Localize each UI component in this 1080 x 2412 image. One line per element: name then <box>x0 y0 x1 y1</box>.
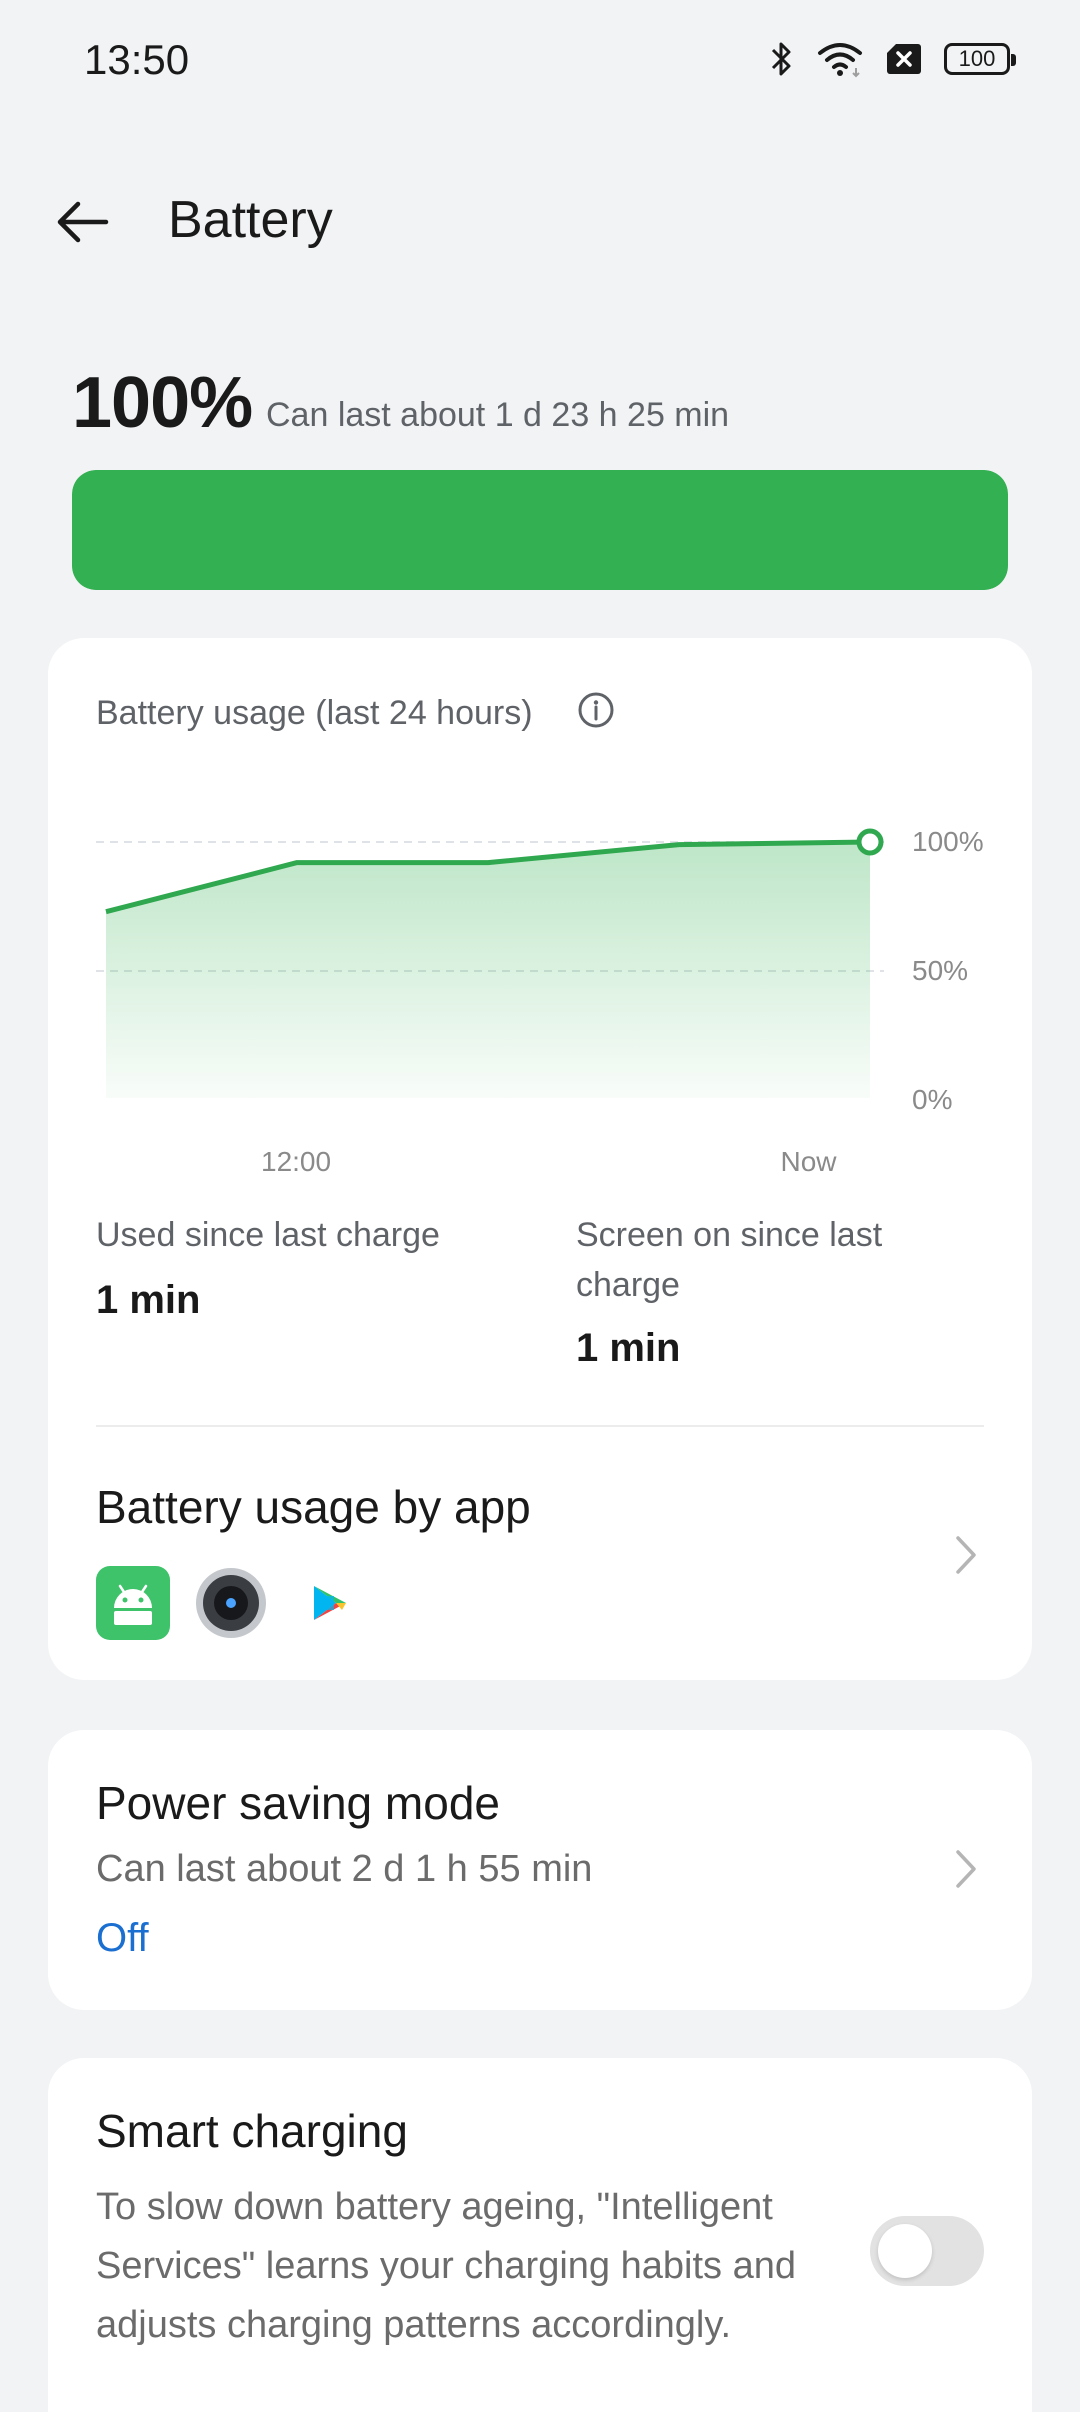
smart-charging-description: To slow down battery ageing, "Intelligen… <box>96 2186 796 2346</box>
by-app-title: Battery usage by app <box>96 1481 531 1533</box>
app-icons <box>96 1566 366 1640</box>
arrow-left-icon[interactable] <box>52 190 116 254</box>
info-icon[interactable] <box>576 690 616 730</box>
chart-point-now <box>856 828 884 856</box>
smart-charging-row: Smart charging To slow down battery agei… <box>48 2058 1032 2412</box>
chart-y-tick-label: 0% <box>912 1084 953 1115</box>
battery-level-bar <box>72 470 1008 590</box>
page-title: Battery <box>168 191 333 249</box>
power-saving-mode-row[interactable]: Power saving mode Can last about 2 d 1 h… <box>48 1730 1032 2010</box>
chart-y-tick-label: 100% <box>912 826 984 857</box>
chevron-right-icon <box>956 1536 976 1574</box>
status-icons: 100 <box>770 40 1016 78</box>
chart-x-tick-label: Now <box>780 1146 837 1177</box>
battery-percent: 100% <box>72 363 253 443</box>
battery-level-fill <box>72 470 1008 590</box>
smart-charging-title: Smart charging <box>96 2105 408 2157</box>
toggle-knob <box>878 2224 932 2278</box>
chart-x-tick-label: 12:00 <box>261 1146 332 1177</box>
sim-off-icon <box>887 44 921 74</box>
status-bar: 13:50 100 <box>0 0 1080 124</box>
battery-level-text: 100 <box>958 46 996 71</box>
android-system-icon <box>96 1566 170 1640</box>
power-saving-status: Off <box>96 1916 149 1960</box>
power-saving-estimate: Can last about 2 d 1 h 55 min <box>96 1848 593 1890</box>
smart-charging-toggle[interactable] <box>870 2216 984 2286</box>
usage-card-title: Battery usage (last 24 hours) <box>96 694 533 732</box>
chart-svg <box>96 828 884 1101</box>
used-since-charge-label: Used since last charge <box>96 1216 440 1254</box>
battery-icon: 100 <box>944 43 1016 75</box>
chevron-right-icon <box>956 1850 976 1888</box>
used-since-charge-value: 1 min <box>96 1278 201 1322</box>
bluetooth-icon <box>771 42 791 76</box>
wifi-icon <box>818 43 862 78</box>
battery-estimate: Can last about 1 d 23 h 25 min <box>266 396 730 434</box>
power-saving-title: Power saving mode <box>96 1777 500 1829</box>
battery-usage-card: Battery usage (last 24 hours) 100% 50% 0% 1… <box>48 638 1032 1680</box>
play-services-icon <box>292 1566 366 1640</box>
screen-on-label: Screen on since last charge <box>576 1216 883 1304</box>
camera-icon <box>194 1566 268 1640</box>
chart-y-tick-label: 50% <box>912 955 969 986</box>
divider <box>96 1425 984 1427</box>
status-time: 13:50 <box>84 36 190 83</box>
battery-usage-chart: 100% 50% 0% 12:00 Now <box>48 758 1032 1177</box>
screen-on-value: 1 min <box>576 1326 681 1370</box>
